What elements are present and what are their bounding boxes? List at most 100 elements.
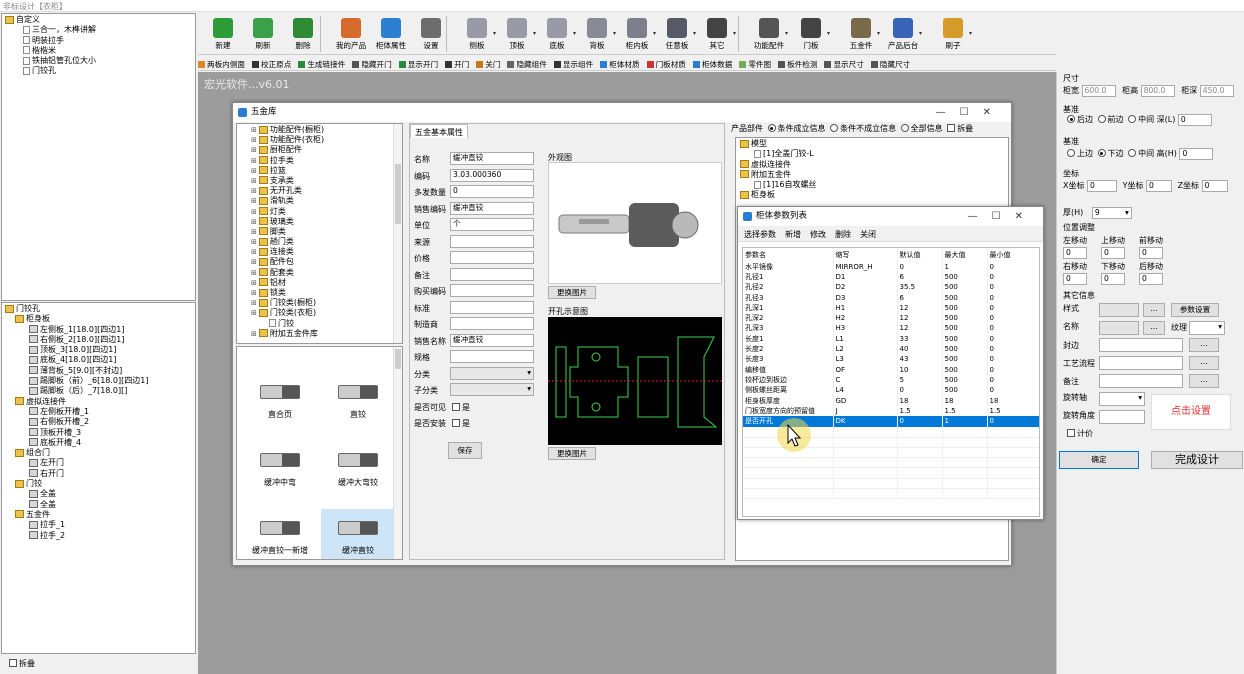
- param-menu-item[interactable]: 关闭: [860, 230, 876, 239]
- expand-icon[interactable]: ⊞: [251, 299, 257, 307]
- hardware-thumbnail[interactable]: 缓冲中弯: [243, 441, 317, 501]
- expand-icon[interactable]: ⊞: [251, 289, 257, 297]
- expand-icon[interactable]: ⊞: [251, 167, 257, 175]
- hardware-window-titlebar[interactable]: 五金库 —☐✕: [233, 103, 1011, 122]
- param-row[interactable]: 孔径1 D1 6 500 0: [743, 272, 1039, 283]
- expand-icon[interactable]: ⊞: [251, 309, 257, 317]
- install-checkbox[interactable]: [452, 419, 460, 427]
- param-menu-item[interactable]: 删除: [835, 230, 851, 239]
- toolbar2-item[interactable]: 柜体材质: [600, 60, 640, 69]
- param-row[interactable]: 长度2 L2 40 500 0: [743, 344, 1039, 355]
- toolbar-button[interactable]: 侧板 ▾: [458, 16, 496, 54]
- process-field[interactable]: [1099, 356, 1183, 370]
- component-item[interactable]: 全盖: [5, 489, 192, 499]
- expand-icon[interactable]: ⊞: [251, 238, 257, 246]
- base2-bottom-radio[interactable]: [1097, 149, 1106, 157]
- param-row[interactable]: 编移值 OF 10 500 0: [743, 364, 1039, 376]
- name-field[interactable]: [1099, 321, 1139, 335]
- param-row[interactable]: 长度3 L3 43 500 0: [743, 354, 1039, 365]
- toolbar2-item[interactable]: 显示尺寸: [824, 60, 864, 69]
- edge-browse-button[interactable]: ...: [1189, 338, 1219, 352]
- param-row[interactable]: 侧板螺丝距离 L4 0 500 0: [743, 385, 1039, 396]
- toolbar-button[interactable]: 柜体属性: [372, 16, 410, 54]
- param-header-cell[interactable]: 默认值: [897, 248, 943, 262]
- fold-checkbox[interactable]: [9, 659, 17, 667]
- visible-checkbox[interactable]: [452, 403, 460, 411]
- toolbar-button[interactable]: 刷新: [244, 16, 282, 54]
- fold-parts-checkbox[interactable]: [947, 124, 956, 132]
- param-settings-button[interactable]: 参数设置: [1171, 303, 1219, 317]
- toolbar2-item[interactable]: 门板材质: [646, 60, 686, 69]
- note-browse-button[interactable]: ...: [1189, 374, 1219, 388]
- toolbar2-item[interactable]: 校正原点: [251, 60, 291, 69]
- base1-back-radio[interactable]: [1067, 115, 1075, 123]
- fold-option[interactable]: 拆叠: [1, 656, 196, 672]
- category-item[interactable]: ⊞ 铝材: [239, 278, 400, 288]
- category-item[interactable]: ⊞ 支承类: [239, 176, 400, 186]
- param-row[interactable]: 水平镜像 MIRROR_H 0 1 0: [743, 262, 1039, 273]
- move-field[interactable]: 0: [1101, 273, 1125, 285]
- thickness-select[interactable]: 9 ▾: [1091, 207, 1132, 219]
- hardware-thumbnail[interactable]: 直铰: [321, 373, 395, 433]
- expand-icon[interactable]: ⊞: [251, 258, 257, 266]
- component-item[interactable]: 左侧板_1[18.0][四边1]: [5, 325, 192, 335]
- base1-front-radio[interactable]: [1097, 115, 1106, 123]
- x-field[interactable]: 0: [1087, 180, 1118, 192]
- z-field[interactable]: 0: [1201, 180, 1228, 192]
- part-tree-item[interactable]: 柜身板: [740, 190, 1004, 200]
- tree-item[interactable]: 三合一，木榫讲解: [5, 25, 192, 35]
- rot-axis-select[interactable]: ▾: [1099, 392, 1145, 406]
- toolbar2-item[interactable]: 开门: [445, 60, 469, 69]
- toolbar2-item[interactable]: 显示开门: [398, 60, 438, 69]
- toolbar-button[interactable]: 刷子 ▾: [934, 16, 972, 54]
- category-item[interactable]: ⊞ 锁类: [239, 288, 400, 298]
- category-item[interactable]: ⊞ 连接类: [239, 247, 400, 257]
- price-checkbox[interactable]: [1067, 429, 1075, 437]
- style-browse-button[interactable]: ...: [1143, 303, 1165, 317]
- toolbar-button[interactable]: 门板 ▾: [792, 16, 830, 54]
- toolbar-button[interactable]: 顶板 ▾: [498, 16, 536, 54]
- category-item[interactable]: ⊞ 厨柜配件: [239, 145, 400, 155]
- property-field[interactable]: [450, 251, 534, 264]
- b1-depth-field[interactable]: 0: [1177, 114, 1212, 126]
- property-field[interactable]: 缓冲直铰: [450, 152, 534, 165]
- base1-mid-radio[interactable]: [1128, 115, 1137, 123]
- save-button[interactable]: 保存: [448, 442, 482, 459]
- radio-true[interactable]: [767, 124, 776, 132]
- expand-icon[interactable]: ⊞: [251, 197, 257, 205]
- param-menu-item[interactable]: 新增: [785, 230, 801, 239]
- expand-icon[interactable]: ⊞: [251, 228, 257, 236]
- component-item[interactable]: 右侧板开槽_2: [5, 417, 192, 427]
- category-item[interactable]: 门铰: [239, 319, 400, 329]
- toolbar2-item[interactable]: 关门: [476, 60, 500, 69]
- expand-icon[interactable]: ⊞: [251, 279, 257, 287]
- category-item[interactable]: ⊞ 拉篮: [239, 166, 400, 176]
- hardware-thumbnail[interactable]: 缓冲直铰一新增: [243, 509, 317, 559]
- property-field[interactable]: 0: [450, 185, 534, 198]
- param-row[interactable]: 孔径2 D2 35.5 500 0: [743, 282, 1039, 293]
- property-select[interactable]: ▾: [450, 383, 534, 396]
- param-row[interactable]: 柜身板厚度 GD 18 18 18: [743, 395, 1039, 407]
- category-item[interactable]: ⊞ 门铰类(橱柜): [239, 298, 400, 308]
- click-settings-button[interactable]: 点击设置: [1151, 394, 1231, 430]
- param-header-cell[interactable]: 最大值: [942, 248, 988, 262]
- toolbar-button[interactable]: 新建: [204, 16, 242, 54]
- param-header-cell[interactable]: 缩写: [833, 248, 898, 262]
- category-item[interactable]: ⊞ 功能配件(橱柜): [239, 125, 400, 135]
- name-browse-button[interactable]: ...: [1143, 321, 1165, 335]
- property-field[interactable]: 缓冲直铰: [450, 201, 534, 215]
- depth-field[interactable]: 450.0: [1199, 85, 1234, 97]
- toolbar2-item[interactable]: 两板内侧面: [198, 60, 245, 69]
- part-tree-item[interactable]: [1]16自攻螺丝: [740, 180, 1004, 190]
- component-item[interactable]: 底板_4[18.0][四边1]: [5, 355, 192, 365]
- note-field[interactable]: [1099, 374, 1183, 388]
- param-window-titlebar[interactable]: 柜体参数列表 —☐✕: [738, 207, 1043, 226]
- expand-icon[interactable]: ⊞: [251, 269, 257, 277]
- component-item[interactable]: 顶板_3[18.0][四边1]: [5, 345, 192, 355]
- expand-icon[interactable]: ⊞: [251, 187, 257, 195]
- component-item[interactable]: 薄背板_5[9.0][不封边]: [5, 366, 192, 376]
- tree-root[interactable]: 自定义: [5, 15, 192, 25]
- part-tree-item[interactable]: 附加五金件: [740, 170, 1004, 180]
- part-tree-item[interactable]: [1]全盖门铰-L: [740, 149, 1004, 159]
- expand-icon[interactable]: ⊞: [251, 146, 257, 154]
